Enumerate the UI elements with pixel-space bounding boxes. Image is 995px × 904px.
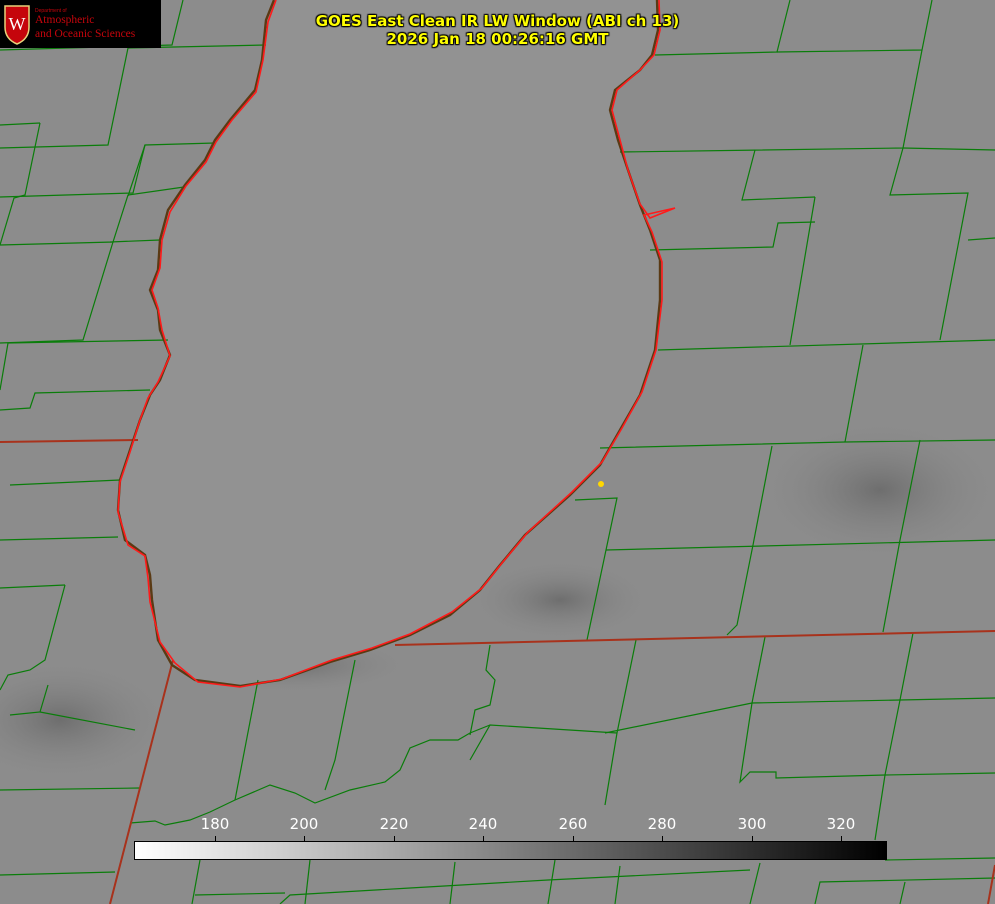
colorbar-label: 180 (200, 815, 230, 833)
colorbar-tick (394, 836, 395, 842)
colorbar-label: 200 (289, 815, 319, 833)
image-title: GOES East Clean IR LW Window (ABI ch 13) (315, 12, 680, 30)
colorbar-label: 260 (558, 815, 588, 833)
location-marker (598, 481, 604, 487)
colorbar-gradient (134, 841, 887, 860)
satellite-map (0, 0, 995, 904)
colorbar-tick (841, 836, 842, 842)
colorbar-label: 280 (647, 815, 677, 833)
colorbar-tick (304, 836, 305, 842)
colorbar-label: 220 (379, 815, 409, 833)
colorbar-tick (662, 836, 663, 842)
image-timestamp: 2026 Jan 18 00:26:16 GMT (386, 30, 609, 48)
colorbar-label: 300 (737, 815, 767, 833)
cold-shade (470, 560, 650, 640)
colorbar-tick (752, 836, 753, 842)
colorbar-label: 240 (468, 815, 498, 833)
colorbar-label: 320 (826, 815, 856, 833)
colorbar-tick (483, 836, 484, 842)
colorbar-tick (573, 836, 574, 842)
colorbar-tick (215, 836, 216, 842)
